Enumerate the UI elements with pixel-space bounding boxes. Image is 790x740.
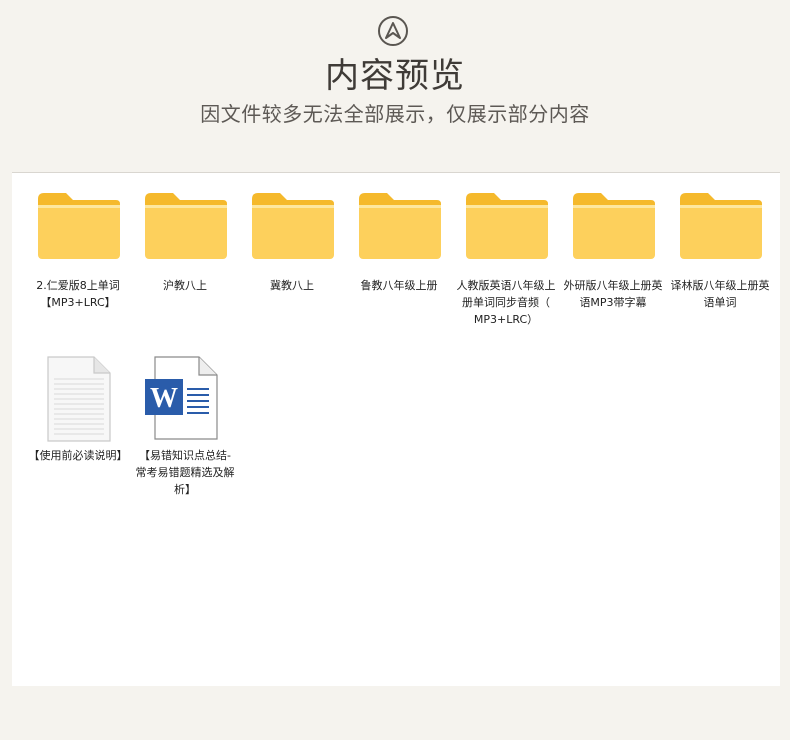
file-preview-panel: 2.仁爱版8上单词【MP3+LRC】 沪教八上 冀教八上 鲁教八年级上册 人教版… [12,172,780,686]
file-label: 译林版八年级上册英语单词 [670,279,770,309]
file-label: 【易错知识点总结-常考易错题精选及解析】 [135,449,235,496]
file-label: 鲁教八年级上册 [360,279,438,292]
svg-text:W: W [150,383,178,414]
folder-icon [252,193,334,259]
page-subtitle: 因文件较多无法全部展示，仅展示部分内容 [200,102,590,126]
folder-icon [466,193,548,259]
file-label: 冀教八上 [270,279,314,292]
page-title: 内容预览 [325,56,465,96]
folder-icon [573,193,655,259]
folder-icon [145,193,227,259]
folder-icon [680,193,762,259]
file-label: 【使用前必读说明】 [28,449,128,462]
text-document-icon [47,356,111,442]
folder-icon [38,193,120,259]
word-document-icon: W [145,356,218,440]
file-label: 2.仁爱版8上单词【MP3+LRC】 [36,279,120,309]
preview-header: 内容预览 因文件较多无法全部展示，仅展示部分内容 [0,0,790,170]
file-label: 人教版英语八年级上册单词同步音频（ MP3+LRC） [456,279,556,326]
compass-arrow-icon [378,16,408,46]
file-label: 沪教八上 [163,279,207,292]
folder-icon [359,193,441,259]
file-label: 外研版八年级上册英语MP3带字幕 [563,279,663,309]
